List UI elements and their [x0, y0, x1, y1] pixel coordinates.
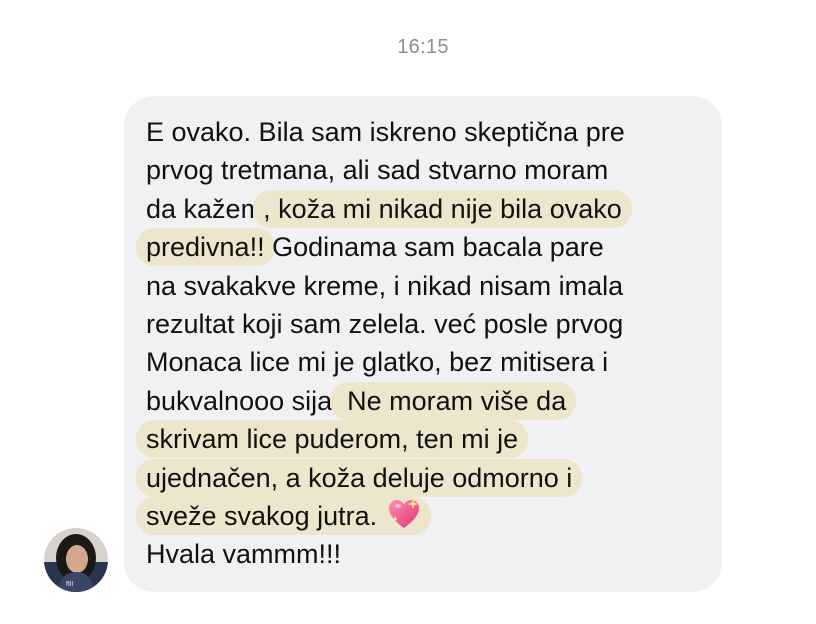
message-timestamp: 16:15 [397, 36, 449, 58]
highlighted-text: Ne moram više da [329, 381, 577, 420]
message-line: rezultat koji sam zelela. već posle prvo… [146, 305, 716, 343]
message-line: E ovako. Bila sam iskreno skeptična pre [146, 113, 716, 151]
message-line: bukvalnooo sija. Ne moram više da [146, 381, 716, 420]
message-text-segment: bukvalnooo sija. [146, 385, 340, 416]
message-line: Hvala vammm!!! [146, 535, 716, 573]
message-text-segment: Monaca lice mi je glatko, bez mitisera i [146, 347, 609, 378]
message-line: Monaca lice mi je glatko, bez mitisera i [146, 343, 716, 381]
message-text-segment: E ovako. Bila sam iskreno skeptična pre [146, 117, 625, 147]
message-text-segment: rezultat koji sam zelela. već posle prvo… [146, 308, 624, 339]
sparkling-heart-icon [387, 498, 421, 530]
message-text-segment: na svakakve kreme, i nikad nisam imala [146, 270, 624, 301]
message-text-segment: da kažem [146, 193, 264, 224]
message-text-segment: Godinama sam bacala pare [264, 232, 604, 263]
message-line: na svakakve kreme, i nikad nisam imala [146, 267, 716, 305]
avatar[interactable]: fill [44, 528, 108, 592]
message-line: skrivam lice puderom, ten mi je [136, 420, 716, 459]
svg-text:fill: fill [66, 581, 73, 588]
message-line: prvog tretmana, ali sad stvarno moram [146, 151, 716, 189]
highlighted-text: sveže svakog jutra. [136, 496, 431, 535]
message-text-segment: prvog tretmana, ali sad stvarno moram [146, 155, 609, 186]
message-line: ujednačen, a koža deluje odmorno i [136, 458, 716, 497]
message-line: da kažem, koža mi nikad nije bila ovako [146, 189, 716, 228]
highlighted-text: predivna!! [136, 228, 275, 267]
message-line: predivna!! Godinama sam bacala pare [136, 228, 716, 267]
highlighted-text: , koža mi nikad nije bila ovako [253, 189, 632, 228]
message-text-segment: Hvala vammm!!! [146, 539, 342, 570]
message-text: E ovako. Bila sam iskreno skeptična pre p… [136, 113, 716, 574]
highlighted-text: skrivam lice puderom, ten mi je [136, 420, 529, 459]
highlighted-text: ujednačen, a koža deluje odmorno i [136, 458, 583, 497]
message-line: sveže svakog jutra. [136, 496, 716, 535]
